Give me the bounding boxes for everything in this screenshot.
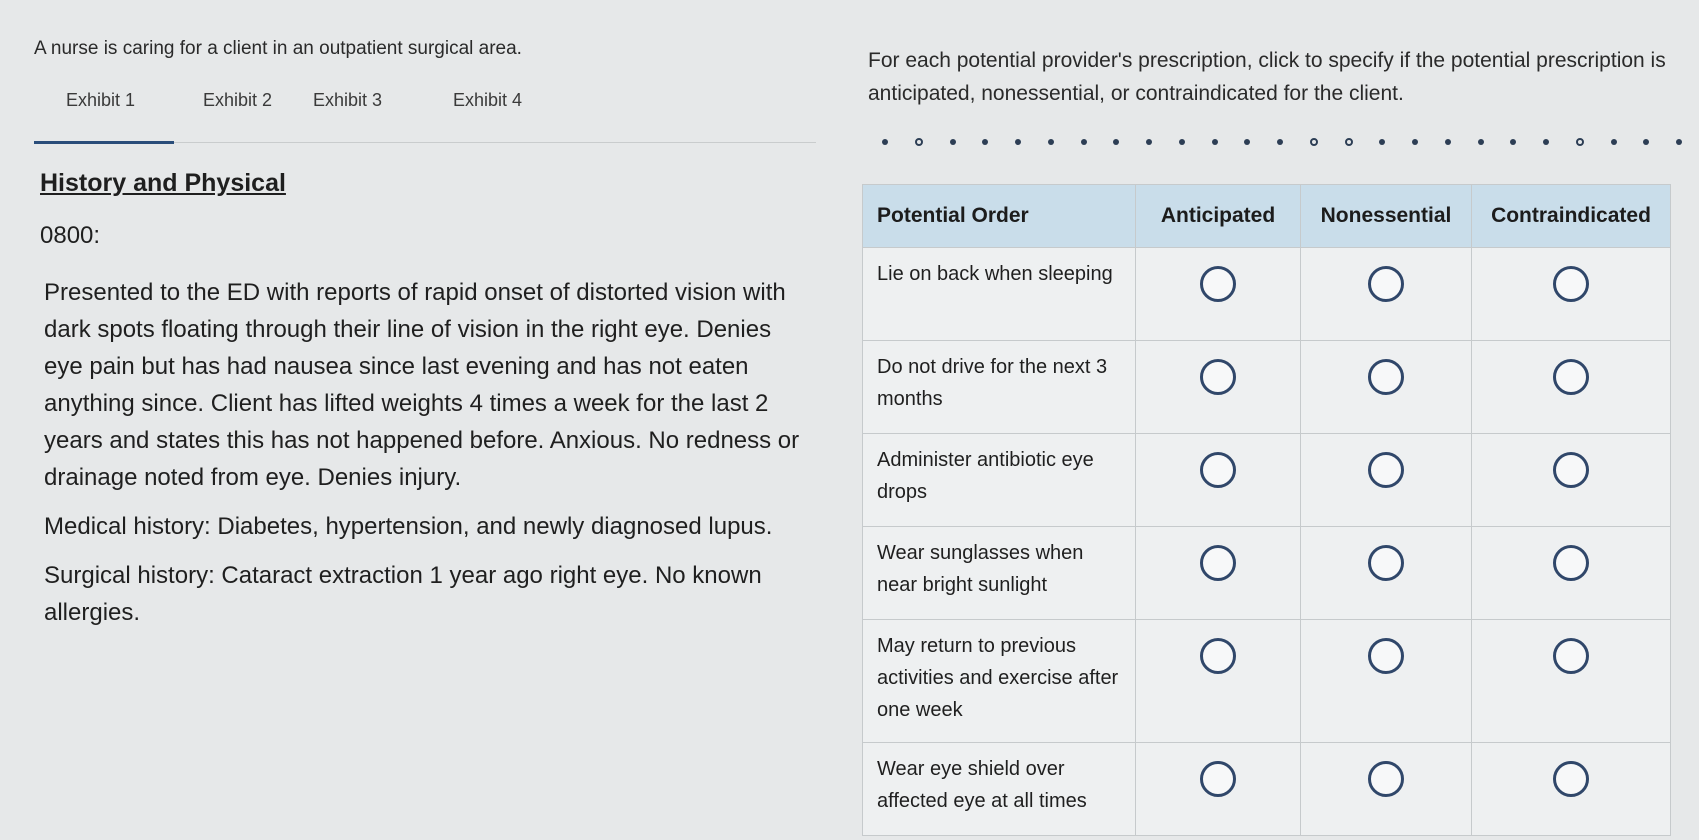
cell-contraindicated	[1471, 340, 1671, 434]
cell-nonessential	[1300, 340, 1472, 434]
divider-dot	[1575, 138, 1584, 146]
radio-nonessential[interactable]	[1368, 545, 1404, 581]
divider-dot	[1412, 139, 1418, 145]
order-label: May return to previous activities and ex…	[862, 619, 1136, 743]
radio-anticipated[interactable]	[1200, 761, 1236, 797]
order-label: Administer antibiotic eye drops	[862, 433, 1136, 527]
cell-nonessential	[1300, 433, 1472, 527]
radio-anticipated[interactable]	[1200, 638, 1236, 674]
header-contraindicated: Contraindicated	[1471, 184, 1671, 248]
cell-nonessential	[1300, 742, 1472, 836]
cell-anticipated	[1135, 340, 1301, 434]
cell-anticipated	[1135, 247, 1301, 341]
divider-dot	[1477, 139, 1484, 145]
cell-contraindicated	[1471, 619, 1671, 743]
presentation-text: Presented to the ED with reports of rapi…	[44, 279, 800, 491]
divider-dot	[1178, 139, 1185, 145]
radio-contraindicated[interactable]	[1553, 761, 1589, 797]
divider-dot	[1244, 139, 1251, 145]
order-row: Wear sunglasses when near bright sunligh…	[862, 526, 1671, 620]
radio-anticipated[interactable]	[1200, 452, 1236, 488]
divider-dot	[1146, 139, 1152, 145]
order-row: Wear eye shield over affected eye at all…	[862, 742, 1671, 836]
exhibit-pane: A nurse is caring for a client in an out…	[34, 38, 824, 631]
exhibit-time: 0800:	[40, 222, 101, 249]
radio-anticipated[interactable]	[1200, 266, 1236, 302]
radio-nonessential[interactable]	[1368, 638, 1404, 674]
divider-dot	[1676, 139, 1682, 145]
order-label: Wear sunglasses when near bright sunligh…	[862, 526, 1136, 620]
tab-exhibit-2[interactable]: Exhibit 2	[203, 90, 313, 142]
cell-contraindicated	[1471, 526, 1671, 620]
radio-contraindicated[interactable]	[1553, 638, 1589, 674]
divider-dot	[882, 139, 888, 145]
exhibit-tabs: Exhibit 1 Exhibit 2 Exhibit 3 Exhibit 4	[34, 90, 816, 144]
cell-anticipated	[1135, 742, 1301, 836]
decorative-divider	[882, 132, 1682, 152]
medical-history-text: Medical history: Diabetes, hypertension,…	[44, 513, 773, 540]
radio-nonessential[interactable]	[1368, 359, 1404, 395]
radio-contraindicated[interactable]	[1553, 266, 1589, 302]
radio-nonessential[interactable]	[1368, 266, 1404, 302]
radio-contraindicated[interactable]	[1553, 545, 1589, 581]
divider-dot	[914, 138, 923, 146]
question-pane: For each potential provider's prescripti…	[862, 44, 1682, 152]
order-label: Do not drive for the next 3 months	[862, 340, 1136, 434]
divider-dot	[982, 139, 989, 145]
divider-dot	[1643, 139, 1650, 145]
header-row: Potential Order Anticipated Nonessential…	[862, 184, 1671, 248]
divider-dot	[1047, 139, 1054, 145]
order-row: Do not drive for the next 3 months	[862, 340, 1671, 434]
radio-nonessential[interactable]	[1368, 452, 1404, 488]
divider-dot	[1080, 139, 1087, 145]
cell-nonessential	[1300, 619, 1472, 743]
order-label: Lie on back when sleeping	[862, 247, 1136, 341]
radio-nonessential[interactable]	[1368, 761, 1404, 797]
divider-dot	[1379, 139, 1386, 145]
divider-dot	[1610, 139, 1617, 145]
cell-contraindicated	[1471, 742, 1671, 836]
order-row: Administer antibiotic eye drops	[862, 433, 1671, 527]
divider-dot	[1344, 138, 1353, 146]
tab-exhibit-3[interactable]: Exhibit 3	[313, 90, 453, 142]
cell-anticipated	[1135, 526, 1301, 620]
divider-dot	[1277, 139, 1283, 145]
divider-dot	[1211, 139, 1218, 145]
divider-dot	[949, 139, 956, 145]
header-nonessential: Nonessential	[1300, 184, 1472, 248]
header-potential-order: Potential Order	[862, 184, 1136, 248]
cell-nonessential	[1300, 526, 1472, 620]
surgical-history-text: Surgical history: Cataract extraction 1 …	[44, 562, 762, 626]
cell-anticipated	[1135, 619, 1301, 743]
divider-dot	[1309, 138, 1318, 146]
order-matrix: Potential Order Anticipated Nonessential…	[862, 184, 1671, 836]
cell-anticipated	[1135, 433, 1301, 527]
radio-anticipated[interactable]	[1200, 359, 1236, 395]
divider-dot	[1543, 139, 1549, 145]
order-row: May return to previous activities and ex…	[862, 619, 1671, 743]
order-row: Lie on back when sleeping	[862, 247, 1671, 341]
tab-exhibit-4[interactable]: Exhibit 4	[453, 90, 593, 142]
radio-anticipated[interactable]	[1200, 545, 1236, 581]
cell-contraindicated	[1471, 247, 1671, 341]
divider-dot	[1510, 139, 1517, 145]
cell-nonessential	[1300, 247, 1472, 341]
question-instructions: For each potential provider's prescripti…	[868, 49, 1666, 105]
divider-dot	[1444, 139, 1451, 145]
cell-contraindicated	[1471, 433, 1671, 527]
header-anticipated: Anticipated	[1135, 184, 1301, 248]
tab-exhibit-1[interactable]: Exhibit 1	[34, 90, 174, 144]
scenario-intro: A nurse is caring for a client in an out…	[34, 38, 522, 59]
exhibit-title: History and Physical	[40, 169, 286, 197]
divider-dot	[1113, 139, 1120, 145]
radio-contraindicated[interactable]	[1553, 359, 1589, 395]
radio-contraindicated[interactable]	[1553, 452, 1589, 488]
divider-dot	[1015, 139, 1021, 145]
order-label: Wear eye shield over affected eye at all…	[862, 742, 1136, 836]
